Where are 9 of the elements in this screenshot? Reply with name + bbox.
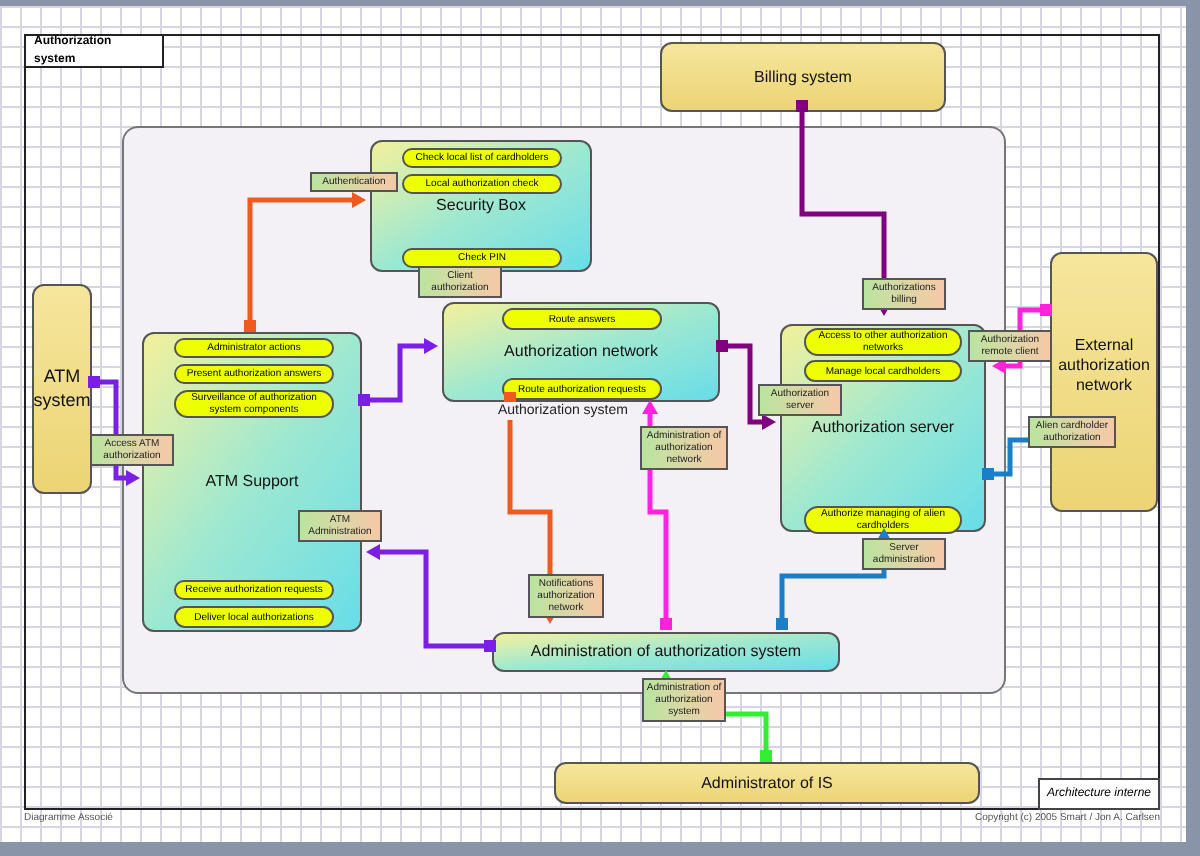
component-title: ATM system bbox=[33, 366, 91, 412]
component-title: Security Box bbox=[436, 196, 526, 216]
component-title: ATM Support bbox=[205, 472, 299, 492]
component-title: Billing system bbox=[754, 67, 852, 87]
component-title: Authorization server bbox=[811, 418, 955, 438]
component-title: Administration of authorization system bbox=[530, 642, 802, 662]
component-title: Administrator of IS bbox=[701, 773, 833, 793]
component-title: Authorization network bbox=[504, 342, 658, 362]
component-title: External authorization network bbox=[1056, 336, 1152, 396]
